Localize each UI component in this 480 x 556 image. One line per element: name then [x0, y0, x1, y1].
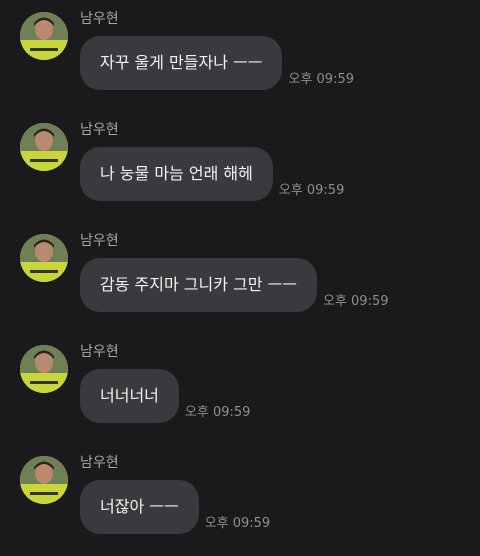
message-time: 오후 09:59 — [204, 516, 271, 531]
sender-name: 남우현 — [80, 11, 119, 27]
avatar[interactable] — [20, 123, 68, 171]
message-row: 자꾸 울게 만들자나 ㅡㅡ 오후 09:59 — [80, 36, 354, 90]
sender-name: 남우현 — [80, 122, 119, 138]
avatar[interactable] — [20, 456, 68, 504]
message-row: 너잖아 ㅡㅡ 오후 09:59 — [80, 480, 270, 534]
message-group: 남우현 감동 주지마 그니카 그만 ㅡㅡ 오후 09:59 — [0, 222, 480, 322]
message-bubble[interactable]: 자꾸 울게 만들자나 ㅡㅡ — [80, 36, 283, 90]
message-bubble[interactable]: 너잖아 ㅡㅡ — [80, 480, 199, 534]
avatar[interactable] — [20, 234, 68, 282]
message-group: 남우현 자꾸 울게 만들자나 ㅡㅡ 오후 09:59 — [0, 0, 480, 100]
profile-photo-icon — [20, 234, 68, 282]
message-row: 감동 주지마 그니카 그만 ㅡㅡ 오후 09:59 — [80, 258, 389, 312]
message-bubble[interactable]: 감동 주지마 그니카 그만 ㅡㅡ — [80, 258, 317, 312]
message-time: 오후 09:59 — [322, 294, 389, 309]
sender-name: 남우현 — [80, 344, 119, 360]
profile-photo-icon — [20, 12, 68, 60]
message-time: 오후 09:59 — [184, 405, 251, 420]
message-group: 남우현 너너너너 오후 09:59 — [0, 333, 480, 433]
avatar[interactable] — [20, 12, 68, 60]
message-bubble[interactable]: 나 눙물 마늠 언래 해헤 — [80, 147, 273, 201]
sender-name: 남우현 — [80, 455, 119, 471]
message-time: 오후 09:59 — [288, 72, 354, 87]
sender-name: 남우현 — [80, 233, 119, 249]
message-group: 남우현 너잖아 ㅡㅡ 오후 09:59 — [0, 444, 480, 544]
avatar[interactable] — [20, 345, 68, 393]
message-row: 나 눙물 마늠 언래 해헤 오후 09:59 — [80, 147, 344, 201]
message-bubble[interactable]: 너너너너 — [80, 369, 179, 423]
message-group: 남우현 나 눙물 마늠 언래 해헤 오후 09:59 — [0, 111, 480, 211]
profile-photo-icon — [20, 123, 68, 171]
message-row: 너너너너 오후 09:59 — [80, 369, 250, 423]
profile-photo-icon — [20, 345, 68, 393]
profile-photo-icon — [20, 456, 68, 504]
chat-message-list: 남우현 자꾸 울게 만들자나 ㅡㅡ 오후 09:59 남우현 나 눙물 마늠 언… — [0, 0, 480, 556]
message-time: 오후 09:59 — [278, 183, 345, 198]
